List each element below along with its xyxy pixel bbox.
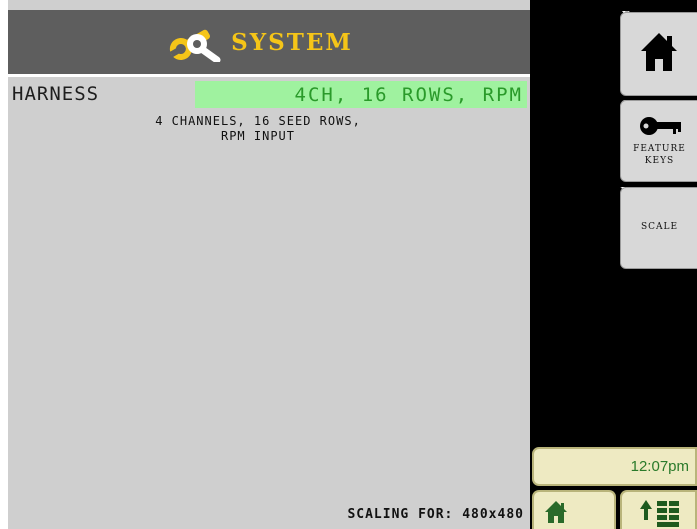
harness-label: HARNESS xyxy=(12,83,100,105)
nav-home-button[interactable] xyxy=(532,490,616,529)
softkey-home-button[interactable] xyxy=(620,12,697,96)
feature-keys-label-line-1: FEATURE xyxy=(633,144,686,154)
description-line-2: RPM INPUT xyxy=(220,129,296,143)
title-bar: SYSTEM xyxy=(8,10,530,74)
harness-value: 4CH, 16 ROWS, RPM xyxy=(294,83,523,106)
clock-time: 12:07pm xyxy=(630,458,689,475)
left-bezel xyxy=(0,0,8,529)
home-icon xyxy=(641,33,677,71)
feature-keys-label-line-2: KEYS xyxy=(644,156,675,166)
harness-description: 4 CHANNELS, 16 SEED ROWS, RPM INPUT xyxy=(88,114,428,144)
nav-up-menu-button[interactable] xyxy=(620,490,697,529)
title-divider xyxy=(8,74,530,77)
arrow-up-menu-icon xyxy=(640,500,679,527)
softkey-scale-button[interactable]: SCALE xyxy=(620,187,697,269)
description-line-1: 4 CHANNELS, 16 SEED ROWS, xyxy=(155,114,361,128)
key-icon xyxy=(640,117,681,135)
harness-row[interactable]: HARNESS 4CH, 16 ROWS, RPM xyxy=(8,81,530,108)
harness-value-field[interactable]: 4CH, 16 ROWS, RPM xyxy=(195,81,527,108)
scale-label: SCALE xyxy=(640,222,679,232)
page-title: SYSTEM xyxy=(231,28,353,56)
wrench-icon xyxy=(169,29,221,62)
scaling-text: SCALING FOR: 480x480 xyxy=(347,507,524,522)
system-panel: SYSTEM HARNESS 4CH, 16 ROWS, RPM 4 CHANN… xyxy=(8,0,530,529)
clock-display: 12:07pm xyxy=(532,447,697,486)
home-icon xyxy=(545,501,567,523)
softkey-feature-keys-button[interactable]: FEATURE KEYS xyxy=(620,100,697,182)
